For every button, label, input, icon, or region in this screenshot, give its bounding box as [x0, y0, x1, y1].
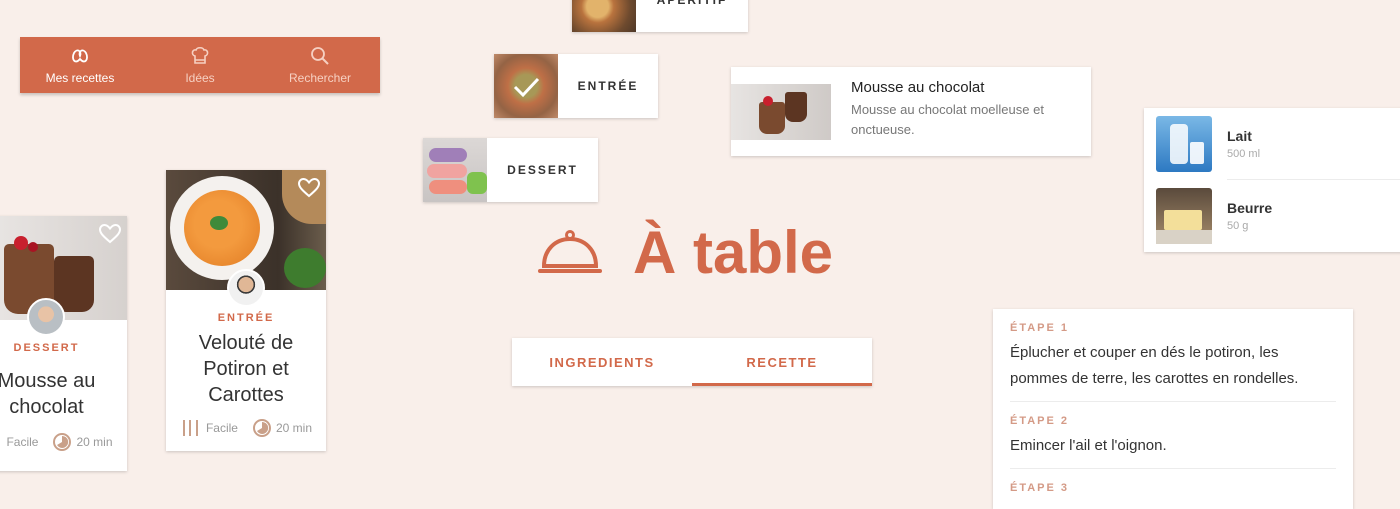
difficulty-label: Facile [205, 421, 238, 435]
favorite-heart-icon[interactable] [298, 178, 320, 198]
step-text: Éplucher et couper en dés le potiron, le… [1010, 344, 1299, 387]
time-label: 20 min [76, 435, 113, 449]
tab-recette[interactable]: RECETTE [692, 338, 872, 386]
milk-image [1156, 116, 1212, 172]
step-label: ÉTAPE 1 [1010, 322, 1070, 334]
step-text: Emincer l'ail et l'oignon. [1010, 437, 1167, 454]
bottom-nav-bar: Mes recettes Idées Rechercher [20, 37, 380, 93]
list-item-title: Mousse au chocolat [851, 79, 985, 96]
ingredient-quantity: 50 g [1227, 220, 1249, 232]
recipe-card-entree[interactable]: ENTRÉE Velouté de Potiron et Carottes Fa… [166, 170, 326, 451]
step-item: ÉTAPE 2 Emincer l'ail et l'oignon. [1010, 402, 1336, 469]
nav-item-idees[interactable]: Idées [140, 37, 260, 93]
dessert-macarons-image [423, 138, 487, 202]
ingredient-row[interactable]: Beurre 50 g [1144, 180, 1400, 252]
timer-icon [252, 419, 271, 437]
category-label: APÉRITIF [656, 0, 728, 7]
soup-card-photo [166, 170, 326, 307]
entree-image [494, 54, 558, 118]
aperitif-image [572, 0, 636, 32]
nav-label: Rechercher [288, 71, 352, 85]
list-item-description: Mousse au chocolat moelleuse et onctueus… [851, 102, 1044, 137]
tab-ingredients[interactable]: INGREDIENTS [512, 338, 692, 386]
card-title: Velouté de Potiron et Carottes [198, 332, 294, 406]
card-title: Mousse au chocolat [0, 370, 96, 418]
utensils-icon [182, 420, 198, 436]
nav-label: Idées [185, 71, 215, 85]
cloche-icon [538, 230, 602, 273]
ingredient-quantity: 500 ml [1227, 148, 1261, 160]
category-chip-entree[interactable]: ENTRÉE [494, 54, 658, 118]
app-logo-text: À table [633, 219, 834, 286]
mousse-thumbnail [731, 84, 831, 140]
step-label: ÉTAPE 2 [1010, 415, 1070, 427]
category-label: ENTRÉE [577, 79, 639, 93]
butter-image [1156, 188, 1212, 244]
card-meta: Facile 20 min [166, 418, 326, 438]
chef-avatar [227, 269, 265, 307]
card-meta: Facile 20 min [0, 432, 127, 452]
ingredient-name: Lait [1227, 128, 1252, 144]
step-item: ÉTAPE 3 [1010, 469, 1336, 509]
category-chip-aperitif[interactable]: APÉRITIF [572, 0, 748, 32]
recipe-card-dessert[interactable]: DESSERT Mousse au chocolat Facile 20 min [0, 216, 127, 471]
dessert-card-photo [0, 216, 127, 336]
step-label: ÉTAPE 3 [1010, 482, 1070, 494]
card-category: ENTRÉE [217, 312, 275, 324]
favorite-heart-icon[interactable] [99, 224, 121, 244]
category-label: DESSERT [507, 163, 578, 177]
ingredient-row[interactable]: Lait 500 ml [1144, 108, 1400, 180]
card-category: DESSERT [13, 342, 80, 354]
step-item: ÉTAPE 1 Éplucher et couper en dés le pot… [1010, 309, 1336, 402]
nav-label: Mes recettes [45, 71, 115, 85]
difficulty-label: Facile [6, 435, 39, 449]
nav-item-mes-recettes[interactable]: Mes recettes [20, 37, 140, 93]
nav-item-rechercher[interactable]: Rechercher [260, 37, 380, 93]
chef-hat-icon [191, 46, 209, 64]
timer-icon [53, 433, 72, 451]
time-label: 20 min [275, 421, 313, 435]
utensils-icon [0, 432, 2, 452]
pretzel-icon [72, 49, 88, 63]
recipe-steps: ÉTAPE 1 Éplucher et couper en dés le pot… [993, 309, 1353, 509]
recipe-tabs: INGREDIENTS RECETTE [512, 338, 872, 386]
ingredients-list: Lait 500 ml Beurre 50 g [1144, 108, 1400, 252]
chef-avatar [27, 298, 65, 336]
category-chip-dessert[interactable]: DESSERT [423, 138, 598, 202]
recipe-list-item[interactable]: Mousse au chocolat Mousse au chocolat mo… [731, 67, 1091, 156]
checkmark-icon [513, 77, 540, 98]
search-icon [311, 47, 329, 65]
ingredient-name: Beurre [1227, 200, 1273, 216]
